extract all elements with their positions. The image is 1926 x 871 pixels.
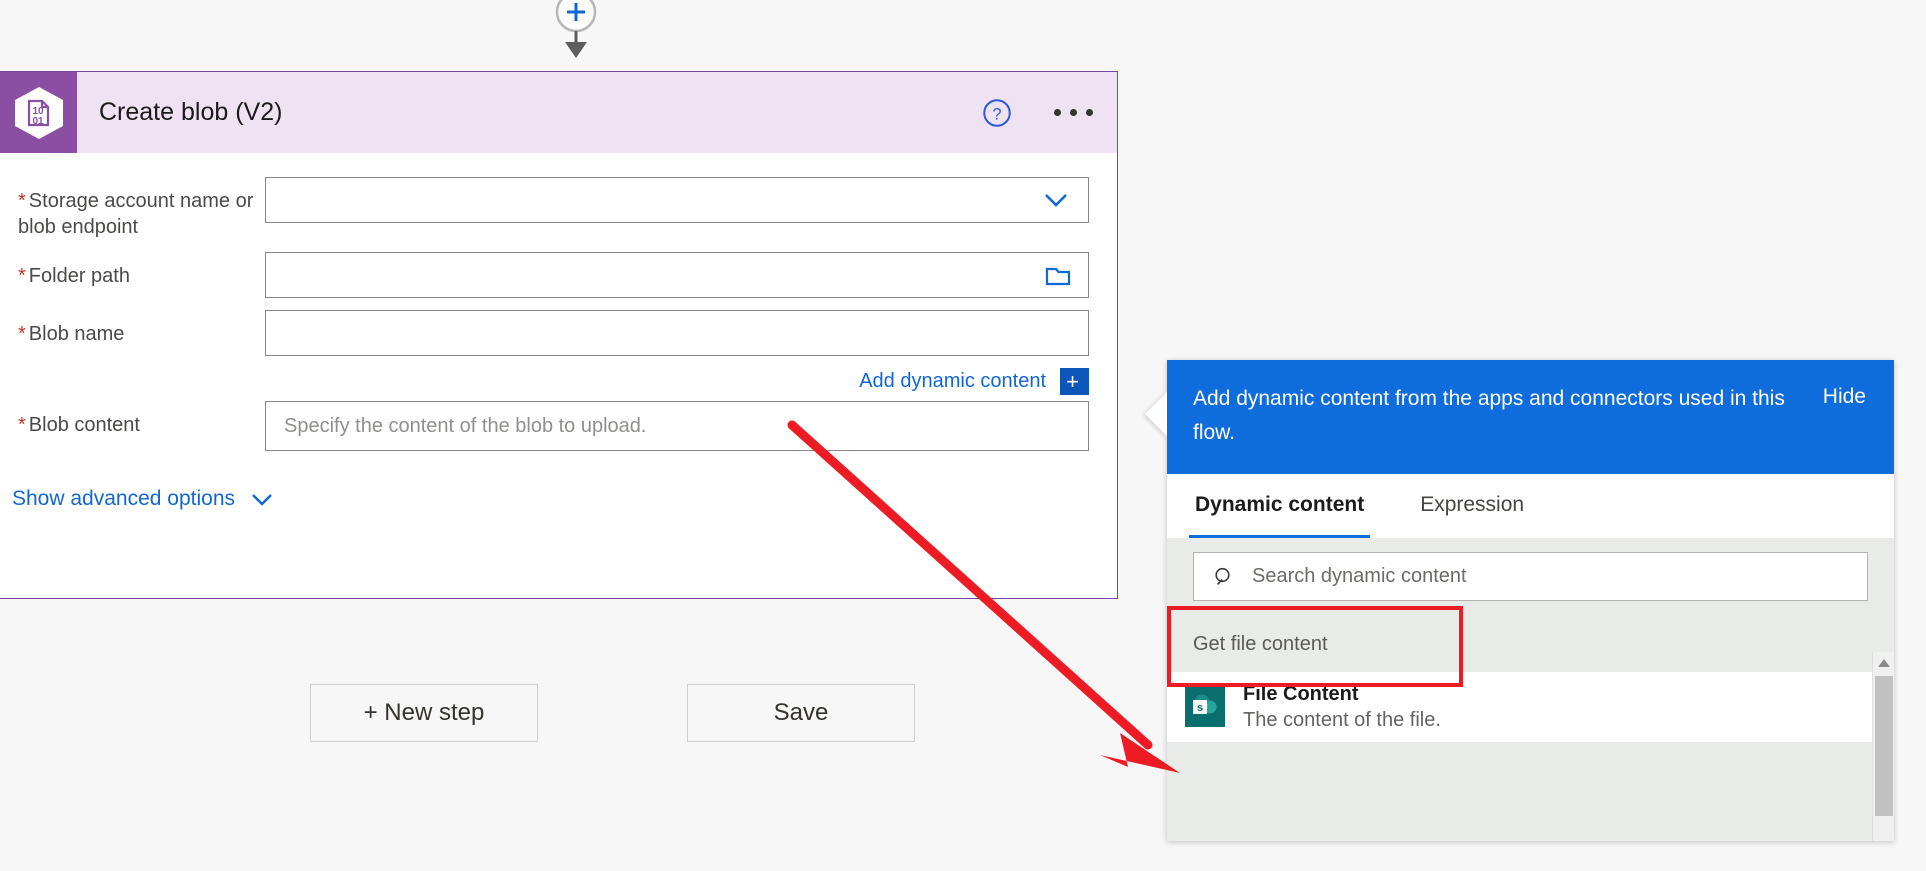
- field-row-blob-content: * Blob content Specify the content of the…: [0, 401, 1117, 451]
- group-header-get-file-content: Get file content: [1167, 615, 1894, 672]
- action-form: * Storage account name or blob endpoint *…: [0, 153, 1117, 511]
- scrollbar-thumb[interactable]: [1875, 676, 1893, 816]
- caret-up-icon[interactable]: [1873, 652, 1895, 674]
- folder-path-input[interactable]: [265, 252, 1089, 298]
- field-label-text: Folder path: [28, 265, 130, 287]
- flow-action-buttons: + New step Save: [310, 684, 915, 742]
- dynamic-content-panel: Add dynamic content from the apps and co…: [1145, 360, 1894, 841]
- storage-account-input[interactable]: [265, 177, 1089, 223]
- search-icon: [1215, 567, 1230, 585]
- add-dynamic-content-link[interactable]: Add dynamic content: [859, 370, 1046, 393]
- flow-connector: [540, 0, 612, 58]
- power-automate-designer: 10 01 Create blob (V2) ? * Storage accoun…: [0, 0, 1926, 871]
- panel-scrollbar[interactable]: [1872, 652, 1894, 841]
- required-marker: *: [18, 323, 26, 345]
- chevron-down-icon[interactable]: [1040, 190, 1072, 210]
- required-marker: *: [18, 190, 26, 212]
- field-label-text: Storage account name or blob endpoint: [18, 190, 254, 238]
- hide-panel-link[interactable]: Hide: [1823, 385, 1866, 409]
- action-title: Create blob (V2): [99, 98, 283, 126]
- panel-tab-bar: Dynamic content Expression: [1167, 474, 1894, 538]
- show-advanced-options-link[interactable]: Show advanced options: [0, 487, 1117, 511]
- save-button[interactable]: Save: [687, 684, 915, 742]
- blob-content-placeholder: Specify the content of the blob to uploa…: [284, 414, 647, 437]
- add-dynamic-content-plus-button[interactable]: +: [1060, 368, 1089, 395]
- dynamic-content-item-text: File Content The content of the file.: [1243, 681, 1441, 733]
- action-card-header: 10 01 Create blob (V2) ?: [0, 72, 1117, 153]
- field-row-storage-account: * Storage account name or blob endpoint: [0, 177, 1117, 240]
- blob-content-input[interactable]: Specify the content of the blob to uploa…: [265, 401, 1089, 451]
- svg-text:s: s: [1197, 702, 1203, 714]
- field-label-blob-name: * Blob name: [18, 310, 265, 347]
- plus-circle-icon[interactable]: [540, 0, 612, 58]
- required-marker: *: [18, 414, 26, 436]
- banner-text: Add dynamic content from the apps and co…: [1193, 387, 1785, 444]
- chevron-down-icon: [252, 494, 272, 506]
- sharepoint-icon: s: [1185, 687, 1225, 727]
- create-blob-action-card: 10 01 Create blob (V2) ? * Storage accoun…: [0, 71, 1118, 599]
- show-advanced-options-label: Show advanced options: [12, 487, 235, 510]
- dynamic-content-banner: Add dynamic content from the apps and co…: [1167, 360, 1894, 474]
- svg-text:?: ?: [992, 105, 1001, 123]
- panel-callout-pointer: [1145, 392, 1167, 436]
- panel-search-wrapper: Search dynamic content: [1167, 538, 1894, 615]
- dynamic-content-item-subtitle: The content of the file.: [1243, 709, 1441, 731]
- blob-name-input[interactable]: [265, 310, 1089, 356]
- folder-icon[interactable]: [1044, 263, 1072, 287]
- field-label-folder-path: * Folder path: [18, 252, 265, 289]
- tab-expression[interactable]: Expression: [1414, 474, 1530, 538]
- help-circle-icon[interactable]: ?: [982, 98, 1012, 128]
- dynamic-content-item-file-content[interactable]: s File Content The content of the file.: [1167, 672, 1894, 742]
- field-label-text: Blob name: [28, 323, 125, 345]
- search-dynamic-content-input[interactable]: Search dynamic content: [1193, 552, 1868, 601]
- required-marker: *: [18, 265, 26, 287]
- search-placeholder: Search dynamic content: [1252, 565, 1467, 587]
- field-row-blob-name: * Blob name: [0, 310, 1117, 356]
- azure-blob-storage-icon: 10 01: [0, 72, 77, 153]
- ellipsis-icon[interactable]: [1052, 103, 1095, 122]
- new-step-button[interactable]: + New step: [310, 684, 538, 742]
- field-row-folder-path: * Folder path: [0, 252, 1117, 298]
- field-label-storage-account: * Storage account name or blob endpoint: [18, 177, 265, 240]
- field-label-text: Blob content: [28, 414, 140, 436]
- action-header-buttons: ?: [982, 72, 1095, 153]
- blob-icon-binary-bottom: 01: [32, 116, 44, 127]
- tab-dynamic-content[interactable]: Dynamic content: [1189, 474, 1371, 538]
- field-label-blob-content: * Blob content: [18, 401, 265, 438]
- dynamic-content-item-title: File Content: [1243, 683, 1359, 705]
- add-dynamic-content-row: Add dynamic content +: [0, 368, 1089, 395]
